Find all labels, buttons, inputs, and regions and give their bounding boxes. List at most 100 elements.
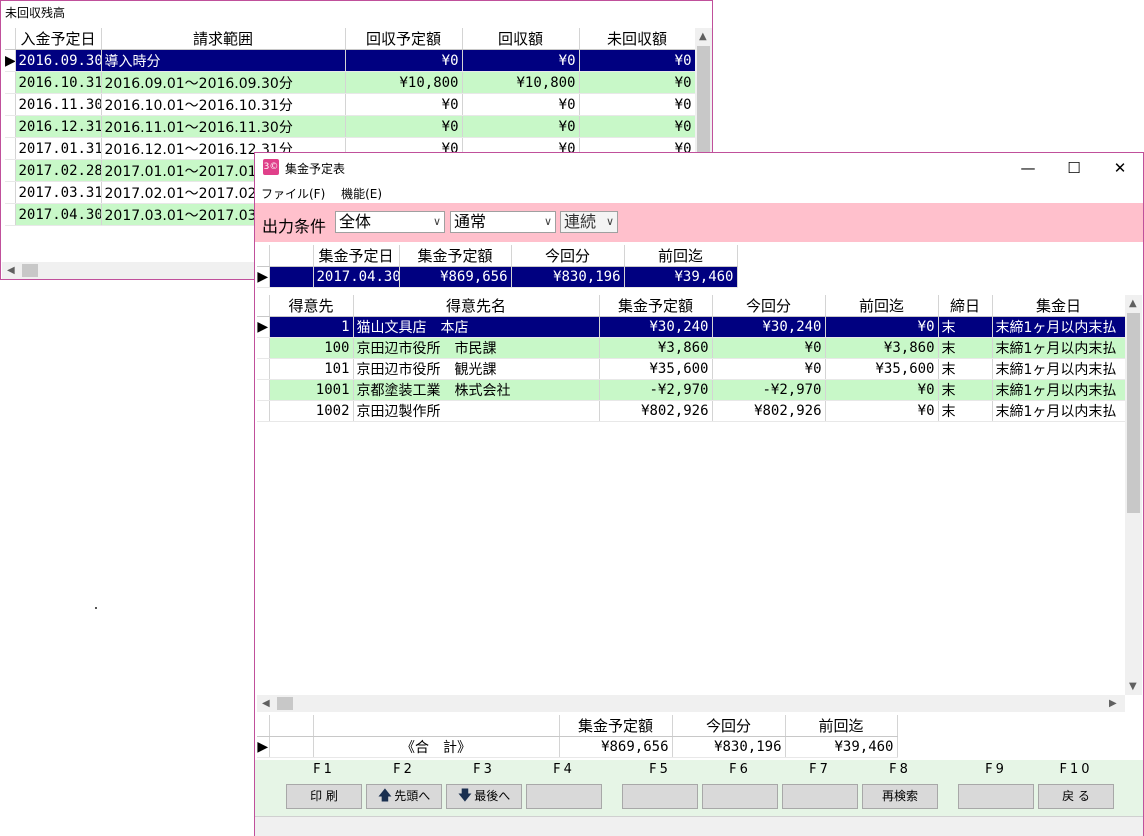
column-header[interactable]: 前回迄 [785,715,898,737]
f6-button[interactable] [702,784,778,809]
date-cell[interactable]: 2017.03.31 [15,181,102,204]
scroll-right-icon[interactable]: ▶ [1109,698,1117,709]
current-cell[interactable]: ¥802,926 [712,400,826,422]
table-row[interactable]: 101 京田辺市役所 観光課 ¥35,600 ¥0 ¥35,600 末 末締1ヶ… [257,358,1126,380]
name-cell[interactable]: 京田辺市役所 観光課 [353,358,600,380]
amount-cell[interactable]: ¥35,600 [599,358,713,380]
table-row[interactable]: 1002 京田辺製作所 ¥802,926 ¥802,926 ¥0 末 末締1ヶ月… [257,400,1126,422]
scrollbar-thumb[interactable] [1127,313,1140,513]
collected-cell[interactable]: ¥0 [462,115,580,138]
previous-cell[interactable]: ¥0 [825,379,939,401]
collect-cell[interactable]: 末締1ヶ月以内末払 [992,379,1126,401]
table-row[interactable]: 2016.12.31 2016.11.01～2016.11.30分 ¥0 ¥0 … [5,115,696,138]
menu-function[interactable]: 機能(E) [335,183,388,204]
vertical-scrollbar[interactable]: ▲ ▼ [1125,295,1142,695]
current-cell[interactable]: ¥0 [712,337,826,359]
f7-button[interactable] [782,784,858,809]
column-header[interactable]: 入金予定日 [15,28,102,50]
uncollected-cell[interactable]: ¥0 [579,71,696,94]
current-cell[interactable]: -¥2,970 [712,379,826,401]
code-cell[interactable]: 1001 [269,379,354,401]
mode-select[interactable]: 通常 ∨ [450,211,556,233]
previous-cell[interactable]: ¥39,460 [624,266,738,288]
collect-cell[interactable]: 末締1ヶ月以内末払 [992,337,1126,359]
go-to-last-button[interactable]: 🡇 最後へ [446,784,522,809]
column-header[interactable]: 今回分 [712,295,826,317]
uncollected-cell[interactable]: ¥0 [579,49,696,72]
amount-cell[interactable]: ¥3,860 [599,337,713,359]
date-cell[interactable]: 2017.04.30 [15,203,102,226]
table-row[interactable]: 100 京田辺市役所 市民課 ¥3,860 ¥0 ¥3,860 末 末締1ヶ月以… [257,337,1126,359]
column-header[interactable]: 集金予定額 [599,295,713,317]
planned-cell[interactable]: ¥0 [345,93,463,116]
previous-cell[interactable]: ¥3,860 [825,337,939,359]
column-header[interactable]: 回収予定額 [345,28,463,50]
range-cell[interactable]: 2016.11.01～2016.11.30分 [101,115,346,138]
total-current-cell[interactable]: ¥830,196 [672,736,786,758]
amount-cell[interactable]: ¥30,240 [599,316,713,338]
amount-cell[interactable]: -¥2,970 [599,379,713,401]
planned-cell[interactable]: ¥0 [345,49,463,72]
planned-cell[interactable]: ¥10,800 [345,71,463,94]
previous-cell[interactable]: ¥0 [825,316,939,338]
code-cell[interactable]: 1 [269,316,354,338]
column-header[interactable]: 集金日 [992,295,1126,317]
column-header[interactable]: 未回収額 [579,28,696,50]
table-row[interactable]: ▶ 1 猫山文具店 本店 ¥30,240 ¥30,240 ¥0 末 末締1ヶ月以… [257,316,1126,338]
horizontal-scrollbar[interactable]: ◀ ▶ [257,695,1125,712]
print-button[interactable]: 印 刷 [286,784,362,809]
column-header[interactable]: 集金予定額 [399,245,512,267]
date-cell[interactable]: 2017.04.30 [313,266,400,288]
scrollbar-thumb[interactable] [697,46,710,156]
column-header[interactable]: 締日 [938,295,993,317]
code-cell[interactable]: 1002 [269,400,354,422]
code-cell[interactable]: 101 [269,358,354,380]
collect-cell[interactable]: 末締1ヶ月以内末払 [992,358,1126,380]
amount-cell[interactable]: ¥869,656 [399,266,512,288]
maximize-button[interactable]: ☐ [1051,153,1097,183]
planned-cell[interactable]: ¥0 [345,115,463,138]
total-row[interactable]: ▶ 《合 計》 ¥869,656 ¥830,196 ¥39,460 [257,736,898,758]
column-header[interactable]: 集金予定日 [313,245,400,267]
scroll-down-icon[interactable]: ▼ [1129,681,1137,692]
table-row[interactable]: ▶ 2016.09.30 導入時分 ¥0 ¥0 ¥0 [5,49,696,72]
name-cell[interactable]: 京都塗装工業 株式会社 [353,379,600,401]
closing-cell[interactable]: 末 [938,358,993,380]
go-to-first-button[interactable]: 🡅 先頭へ [366,784,442,809]
table-row[interactable]: 2016.10.31 2016.09.01～2016.09.30分 ¥10,80… [5,71,696,94]
range-cell[interactable]: 2016.10.01～2016.10.31分 [101,93,346,116]
current-cell[interactable]: ¥30,240 [712,316,826,338]
table-row[interactable]: 1001 京都塗装工業 株式会社 -¥2,970 -¥2,970 ¥0 末 末締… [257,379,1126,401]
name-cell[interactable]: 京田辺製作所 [353,400,600,422]
re-search-button[interactable]: 再検索 [862,784,938,809]
column-header[interactable]: 回収額 [462,28,580,50]
date-cell[interactable]: 2016.09.30 [15,49,102,72]
range-cell[interactable]: 導入時分 [101,49,346,72]
column-header[interactable]: 請求範囲 [101,28,346,50]
table-row[interactable]: 2016.11.30 2016.10.01～2016.10.31分 ¥0 ¥0 … [5,93,696,116]
current-cell[interactable]: ¥0 [712,358,826,380]
amount-cell[interactable]: ¥802,926 [599,400,713,422]
current-cell[interactable]: ¥830,196 [511,266,625,288]
date-cell[interactable]: 2016.12.31 [15,115,102,138]
date-cell[interactable]: 2016.11.30 [15,93,102,116]
scroll-left-icon[interactable]: ◀ [7,265,15,276]
column-header[interactable]: 得意先 [269,295,354,317]
code-cell[interactable]: 100 [269,337,354,359]
back-button[interactable]: 戻 る [1038,784,1114,809]
closing-cell[interactable]: 末 [938,337,993,359]
date-cell[interactable]: 2016.10.31 [15,71,102,94]
closing-cell[interactable]: 末 [938,400,993,422]
f9-button[interactable] [958,784,1034,809]
name-cell[interactable]: 猫山文具店 本店 [353,316,600,338]
column-header[interactable]: 今回分 [672,715,786,737]
scope-select[interactable]: 全体 ∨ [335,211,445,233]
date-cell[interactable]: 2017.02.28 [15,159,102,182]
scrollbar-thumb[interactable] [277,697,293,710]
uncollected-cell[interactable]: ¥0 [579,115,696,138]
scroll-left-icon[interactable]: ◀ [262,698,270,709]
column-header[interactable]: 今回分 [511,245,625,267]
column-header[interactable]: 前回迄 [825,295,939,317]
scroll-up-icon[interactable]: ▲ [1129,298,1137,309]
closing-cell[interactable]: 末 [938,316,993,338]
